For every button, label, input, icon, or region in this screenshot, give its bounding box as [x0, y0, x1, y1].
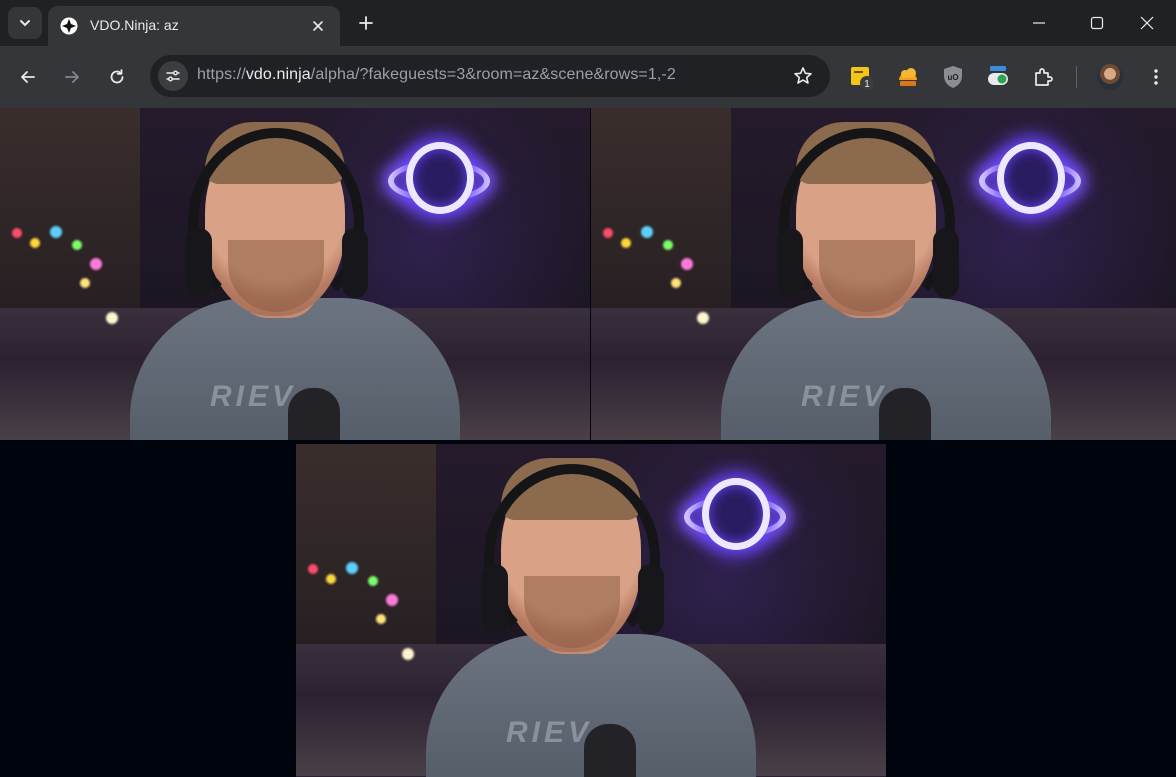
bokeh-light: [603, 228, 613, 238]
vdo-ninja-scene: RIEV RIEV RIEV: [0, 108, 1176, 777]
headphone-cup-right: [638, 564, 664, 634]
bokeh-light: [72, 240, 82, 250]
url-prefix: https://: [197, 66, 246, 83]
sticky-notes-icon: 1: [851, 67, 874, 90]
headphones: [779, 128, 955, 318]
bokeh-light: [30, 238, 40, 248]
microphone: [584, 724, 636, 777]
arrow-left-icon: [21, 71, 35, 83]
bokeh-light: [641, 226, 653, 238]
maximize-icon: [1090, 16, 1104, 30]
forward-button[interactable]: [56, 61, 88, 93]
site-info-button[interactable]: [158, 61, 188, 91]
ublock-extension[interactable]: uO: [940, 64, 966, 90]
extensions-puzzle-icon: [1035, 68, 1053, 86]
headphone-cup-right: [933, 228, 959, 298]
microphone: [879, 388, 931, 440]
headphone-cup-right: [342, 228, 368, 298]
neon-planet-sign: [406, 142, 474, 214]
microphone: [288, 388, 340, 440]
bokeh-light: [368, 576, 378, 586]
shirt-print-text: RIEV: [506, 716, 593, 749]
arrow-right-icon: [65, 71, 79, 83]
bokeh-light: [50, 226, 62, 238]
browser-menu-button[interactable]: [1140, 61, 1172, 93]
minimize-button[interactable]: [1010, 0, 1068, 46]
bokeh-light: [12, 228, 22, 238]
bokeh-light: [90, 258, 102, 270]
tab-search-button[interactable]: [8, 7, 42, 39]
sticky-notes-extension[interactable]: 1: [849, 64, 875, 90]
cookie-extension[interactable]: [895, 64, 921, 90]
back-button[interactable]: [12, 61, 44, 93]
shirt-print-text: RIEV: [801, 380, 888, 413]
more-vertical-icon: [1154, 69, 1158, 85]
toolbar-divider: [1076, 66, 1077, 88]
tab-active[interactable]: VDO.Ninja: az: [48, 6, 340, 46]
bokeh-light: [402, 648, 414, 660]
chevron-down-icon: [20, 20, 30, 27]
tab-title: VDO.Ninja: az: [90, 17, 179, 33]
new-tab-button[interactable]: [352, 9, 380, 37]
bokeh-light: [621, 238, 631, 248]
chat-extension[interactable]: [985, 64, 1011, 90]
star-icon: [794, 67, 812, 84]
url-text[interactable]: https://vdo.ninja/alpha/?fakeguests=3&ro…: [197, 66, 676, 84]
shirt-print-text: RIEV: [210, 380, 297, 413]
tune-icon: [166, 70, 180, 82]
tab-strip: VDO.Ninja: az: [0, 0, 1176, 46]
bokeh-light: [346, 562, 358, 574]
bokeh-light: [697, 312, 709, 324]
address-bar[interactable]: https://vdo.ninja/alpha/?fakeguests=3&ro…: [150, 55, 830, 97]
bokeh-light: [671, 278, 681, 288]
profile-avatar[interactable]: [1097, 64, 1123, 90]
url-host: vdo.ninja: [245, 66, 311, 83]
close-icon: [1140, 16, 1154, 30]
guest-video-1[interactable]: RIEV: [0, 108, 590, 440]
bokeh-light: [80, 278, 90, 288]
bokeh-light: [326, 574, 336, 584]
browser-toolbar: https://vdo.ninja/alpha/?fakeguests=3&ro…: [0, 46, 1176, 108]
chat-toggle-icon: [988, 66, 1008, 85]
headphone-cup-left: [186, 228, 212, 298]
guest-video-3[interactable]: RIEV: [296, 444, 886, 777]
headphone-cup-left: [777, 228, 803, 298]
reload-icon: [110, 69, 124, 84]
bokeh-light: [376, 614, 386, 624]
plus-icon: [359, 16, 373, 30]
headphones: [484, 464, 660, 654]
close-icon: [313, 21, 323, 31]
bokeh-light: [663, 240, 673, 250]
neon-planet-sign: [997, 142, 1065, 214]
ublock-origin-icon: uO: [944, 66, 962, 88]
bokeh-light: [681, 258, 693, 270]
window-close-button[interactable]: [1118, 0, 1176, 46]
neon-planet-sign: [702, 478, 770, 550]
svg-text:uO: uO: [947, 73, 958, 82]
extension-badge: 1: [864, 79, 870, 90]
bookmark-button[interactable]: [792, 65, 814, 87]
cookie-icon: [899, 68, 917, 86]
headphones: [188, 128, 364, 318]
tab-close-button[interactable]: [308, 16, 328, 36]
headphone-cup-left: [482, 564, 508, 634]
minimize-icon: [1033, 22, 1045, 24]
url-path: /alpha/?fakeguests=3&room=az&scene&rows=…: [310, 66, 676, 83]
bokeh-light: [386, 594, 398, 606]
reload-button[interactable]: [101, 61, 133, 93]
bokeh-light: [308, 564, 318, 574]
vdo-ninja-favicon-icon: [60, 17, 78, 35]
extensions-menu-button[interactable]: [1030, 64, 1056, 90]
bokeh-light: [106, 312, 118, 324]
guest-video-2[interactable]: RIEV: [591, 108, 1176, 440]
